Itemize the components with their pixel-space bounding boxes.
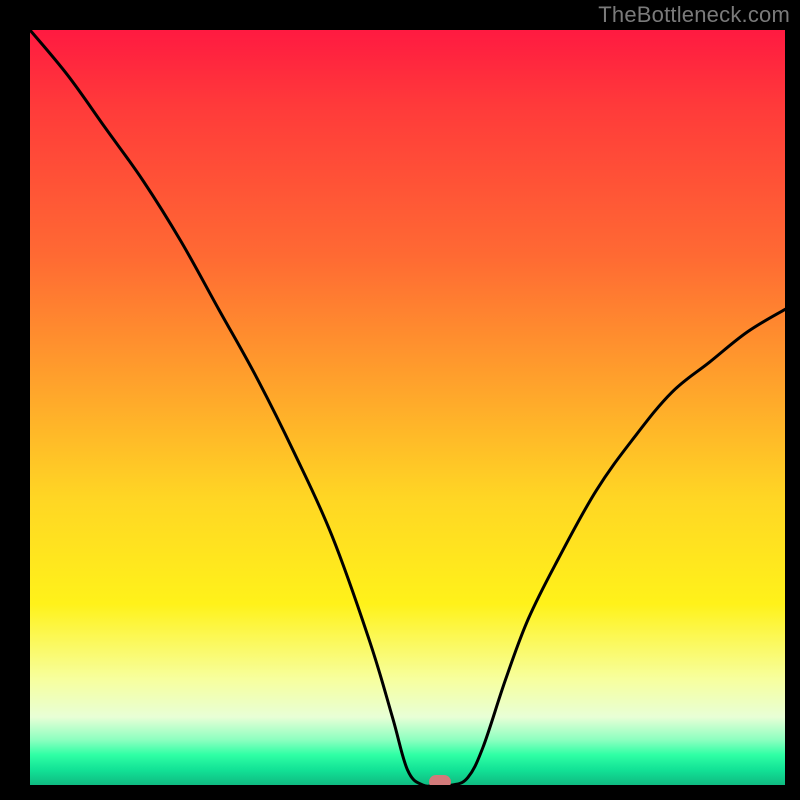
- chart-frame: TheBottleneck.com: [0, 0, 800, 800]
- background-gradient: [30, 30, 785, 785]
- plot-area: [30, 30, 785, 785]
- optimal-point-marker: [429, 775, 451, 785]
- watermark-text: TheBottleneck.com: [598, 2, 790, 28]
